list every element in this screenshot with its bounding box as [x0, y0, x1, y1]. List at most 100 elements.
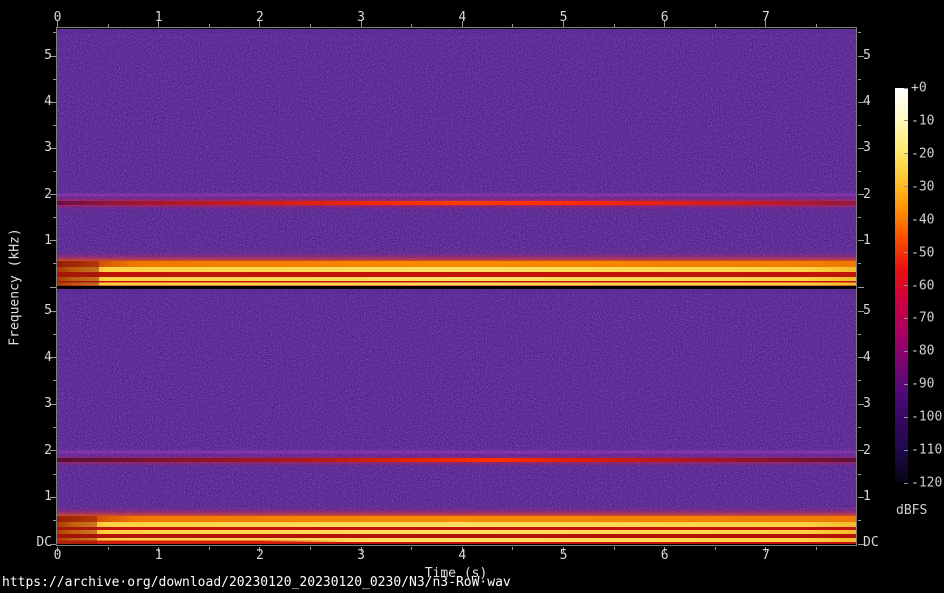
- freq-minor-tick: [858, 32, 861, 33]
- freq-tick-label: 1: [44, 234, 52, 248]
- colorbar-tick-notch: [904, 88, 908, 89]
- freq-minor-tick: [858, 334, 861, 335]
- time-tick-label: 5: [560, 11, 568, 25]
- colorbar-tick-label: -70: [911, 311, 934, 326]
- freq-tick-label: 4: [44, 95, 52, 109]
- freq-minor-tick: [858, 171, 861, 172]
- time-tick-label: 4: [458, 549, 466, 563]
- freq-tick-label: 2: [44, 188, 52, 202]
- colorbar-unit-label: dBFS: [896, 503, 927, 518]
- freq-minor-tick: [53, 520, 56, 521]
- colorbar-tick-label: -10: [911, 113, 934, 128]
- time-tick-label: 2: [256, 11, 264, 25]
- freq-minor-tick: [858, 125, 861, 126]
- time-tick-label: 5: [560, 549, 568, 563]
- freq-tick-label: 3: [44, 397, 52, 411]
- freq-tick-label: 2: [44, 444, 52, 458]
- time-minor-tick: [512, 24, 513, 27]
- freq-minor-tick: [53, 380, 56, 381]
- colorbar-tick-label: -80: [911, 344, 934, 359]
- freq-tick-label: 5: [44, 49, 52, 63]
- freq-tick-label: 3: [44, 141, 52, 155]
- freq-minor-tick: [53, 263, 56, 264]
- colorbar-tick-notch: [904, 351, 908, 352]
- time-minor-tick: [108, 547, 109, 550]
- time-tick-label: 2: [256, 549, 264, 563]
- colorbar-tick-notch: [904, 153, 908, 154]
- time-minor-tick: [715, 24, 716, 27]
- freq-minor-tick: [858, 217, 861, 218]
- dc-label-right: DC: [863, 536, 879, 550]
- time-tick-label: 7: [762, 549, 770, 563]
- time-tick-label: 4: [458, 11, 466, 25]
- freq-minor-tick: [53, 125, 56, 126]
- colorbar-tick-notch: [904, 417, 908, 418]
- freq-axis-label: Frequency (kHz): [8, 228, 23, 345]
- colorbar-tick-label: -50: [911, 245, 934, 260]
- time-tick-label: 1: [155, 11, 163, 25]
- time-minor-tick: [614, 24, 615, 27]
- colorbar-tick-label: -40: [911, 212, 934, 227]
- colorbar-tick-notch: [904, 483, 908, 484]
- time-tick-label: 6: [661, 549, 669, 563]
- time-minor-tick: [310, 547, 311, 550]
- time-minor-tick: [614, 547, 615, 550]
- time-tick-label: 3: [357, 549, 365, 563]
- freq-tick-label: 5: [863, 304, 871, 318]
- freq-minor-tick: [53, 79, 56, 80]
- freq-tick-label: 5: [863, 49, 871, 63]
- freq-tick-label: 2: [863, 444, 871, 458]
- time-minor-tick: [816, 547, 817, 550]
- freq-minor-tick: [858, 520, 861, 521]
- time-minor-tick: [816, 24, 817, 27]
- time-tick-label: 6: [661, 11, 669, 25]
- freq-minor-tick: [53, 474, 56, 475]
- freq-dc-tick: [50, 287, 56, 288]
- colorbar-tick-label: -30: [911, 179, 934, 194]
- freq-tick-label: 5: [44, 304, 52, 318]
- freq-tick-label: 1: [44, 490, 52, 504]
- time-minor-tick: [411, 547, 412, 550]
- colorbar-tick-notch: [904, 219, 908, 220]
- freq-tick-label: 4: [863, 351, 871, 365]
- freq-minor-tick: [53, 171, 56, 172]
- time-tick-label: 1: [155, 549, 163, 563]
- time-tick-label: 7: [762, 11, 770, 25]
- time-minor-tick: [715, 547, 716, 550]
- colorbar-tick-label: -100: [911, 410, 942, 425]
- spectrogram-plot-area: [56, 27, 857, 546]
- freq-tick-label: 1: [863, 234, 871, 248]
- colorbar-tick-notch: [904, 252, 908, 253]
- colorbar-tick-label: -110: [911, 443, 942, 458]
- colorbar-tick-notch: [904, 384, 908, 385]
- colorbar-tick-notch: [904, 450, 908, 451]
- freq-dc-tick: [50, 544, 56, 545]
- freq-tick-label: 1: [863, 490, 871, 504]
- freq-minor-tick: [53, 427, 56, 428]
- freq-tick-label: 2: [863, 188, 871, 202]
- freq-minor-tick: [858, 263, 861, 264]
- freq-tick-label: 4: [863, 95, 871, 109]
- colorbar-tick-notch: [904, 285, 908, 286]
- freq-tick-label: 4: [44, 351, 52, 365]
- freq-minor-tick: [53, 334, 56, 335]
- freq-dc-tick: [858, 287, 864, 288]
- colorbar-tick-label: -60: [911, 278, 934, 293]
- spectrogram-canvas: [57, 29, 856, 544]
- freq-minor-tick: [858, 474, 861, 475]
- colorbar-tick-notch: [904, 186, 908, 187]
- time-tick-label: 0: [54, 11, 62, 25]
- url-caption: https://archive·org/download/20230120_20…: [2, 575, 511, 590]
- time-minor-tick: [512, 547, 513, 550]
- time-minor-tick: [209, 547, 210, 550]
- time-minor-tick: [209, 24, 210, 27]
- freq-tick-label: 3: [863, 397, 871, 411]
- colorbar-tick-label: -120: [911, 476, 942, 491]
- time-tick-label: 0: [54, 549, 62, 563]
- colorbar-tick-notch: [904, 318, 908, 319]
- freq-minor-tick: [858, 427, 861, 428]
- colorbar-tick-label: +0: [911, 81, 927, 96]
- time-minor-tick: [108, 24, 109, 27]
- colorbar-tick-label: -20: [911, 146, 934, 161]
- time-tick-label: 3: [357, 11, 365, 25]
